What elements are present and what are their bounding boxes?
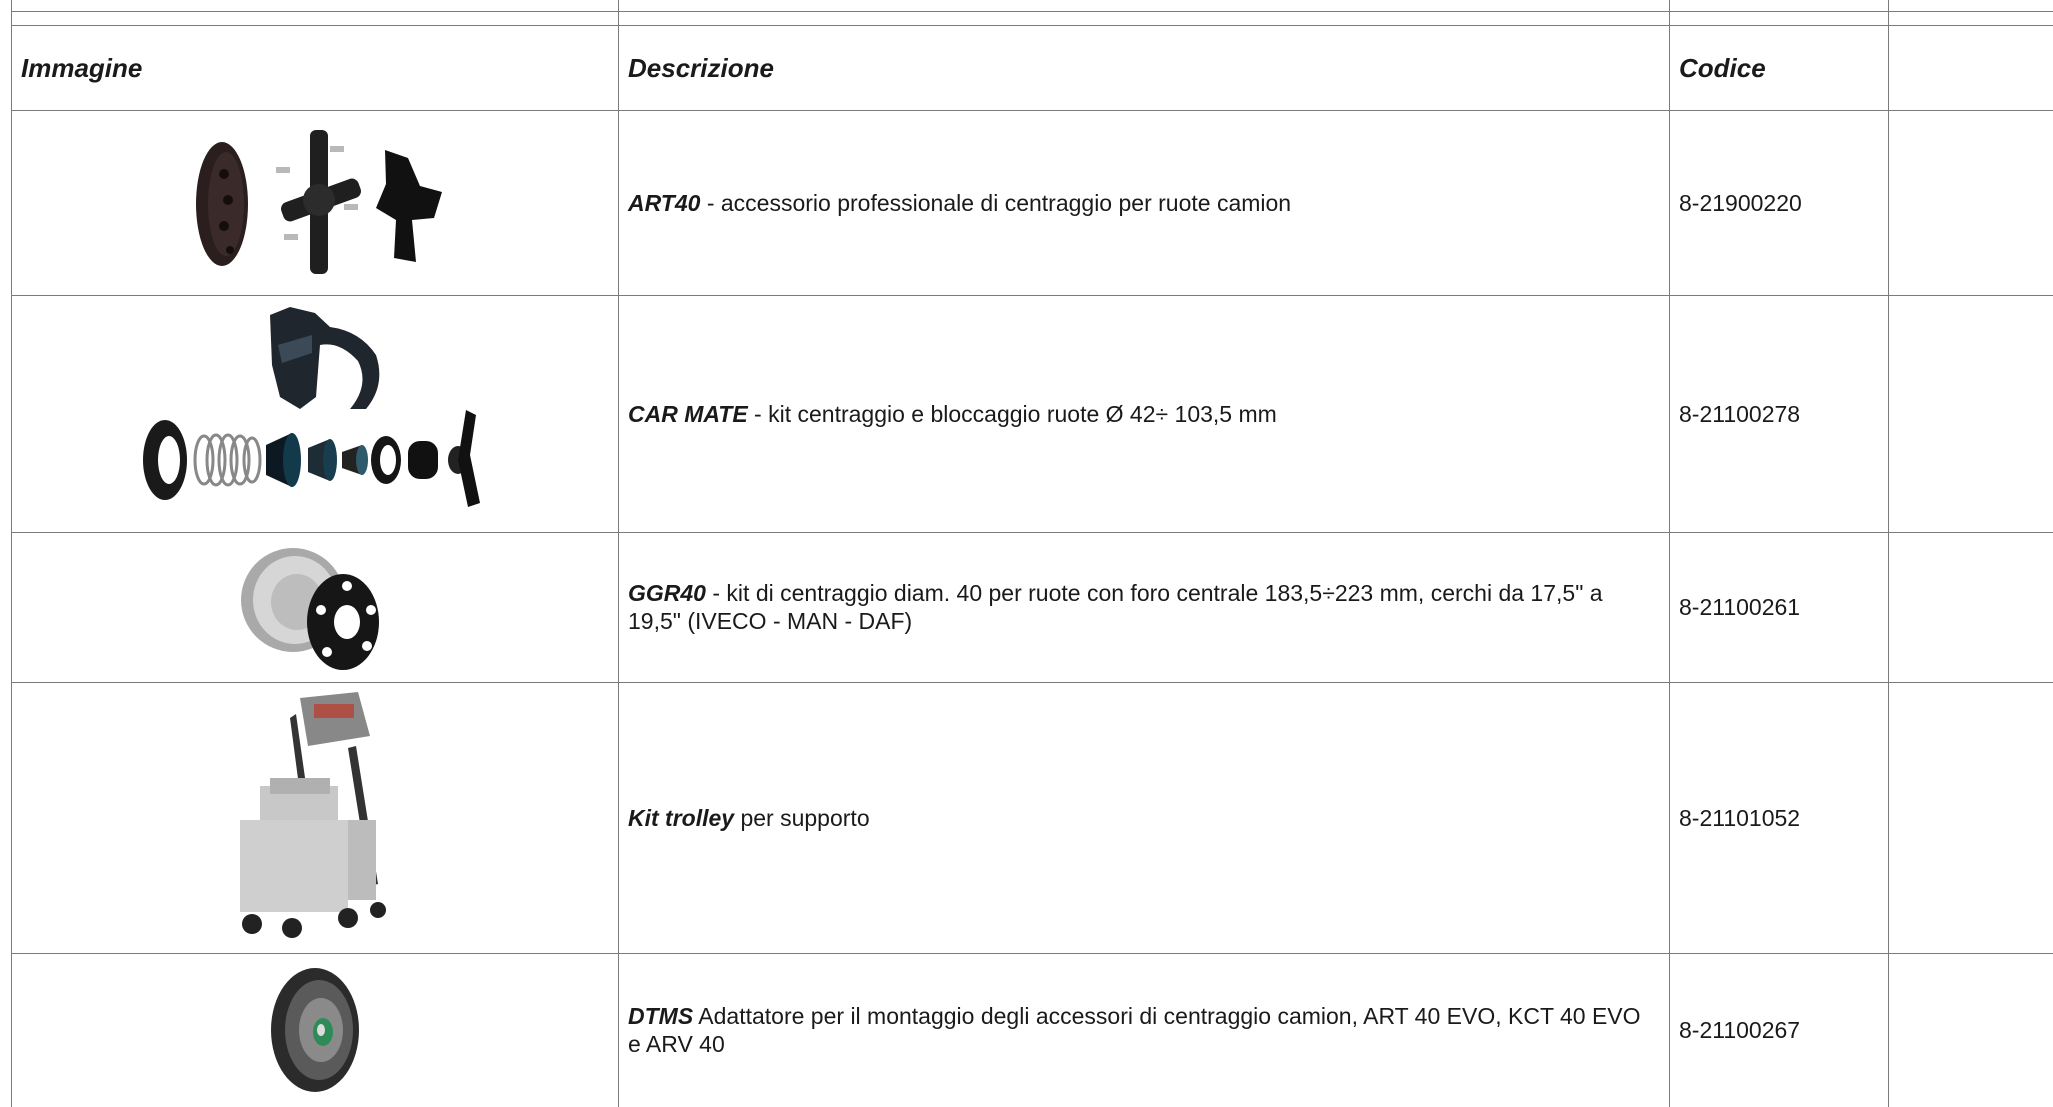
description-cell: CAR MATE - kit centraggio e bloccaggio r… — [618, 295, 1669, 532]
product-name: ART40 — [628, 189, 701, 216]
trolley-icon — [230, 688, 400, 946]
adapter-disc-icon — [265, 962, 365, 1098]
column-divider — [1888, 0, 1889, 1107]
product-name: Kit trolley — [628, 804, 735, 831]
row-divider — [11, 11, 2053, 12]
description-cell: DTMS Adattatore per il montaggio degli a… — [618, 953, 1669, 1107]
header-extra — [1888, 25, 2053, 110]
description-cell: ART40 - accessorio professionale di cent… — [618, 110, 1669, 295]
product-code: 8-21101052 — [1679, 804, 1801, 831]
product-description: Adattatore per il montaggio degli access… — [628, 1003, 1641, 1057]
product-code: 8-21100267 — [1679, 1017, 1801, 1043]
product-code: 8-21100278 — [1679, 400, 1801, 427]
product-name: GGR40 — [628, 580, 706, 606]
product-description: - kit di centraggio diam. 40 per ruote c… — [628, 580, 1603, 634]
cone-kit-icon — [140, 305, 500, 523]
header-image: Immagine — [21, 52, 143, 83]
product-description: per supporto — [734, 804, 870, 831]
header-code: Codice — [1679, 52, 1766, 83]
product-description: - kit centraggio e bloccaggio ruote Ø 42… — [747, 400, 1277, 427]
product-name: CAR MATE — [628, 400, 748, 427]
product-name: DTMS — [628, 1003, 694, 1029]
description-cell: Kit trolley per supporto — [618, 682, 1669, 953]
product-code: 8-21100261 — [1679, 594, 1801, 620]
accessories-table: Immagine Descrizione Codice ART40 - acce… — [0, 0, 2053, 1107]
header-description: Descrizione — [628, 52, 774, 83]
centering-bell-icon — [235, 540, 395, 678]
product-code: 8-21900220 — [1679, 189, 1802, 216]
description-cell: GGR40 - kit di centraggio diam. 40 per r… — [618, 532, 1669, 682]
product-description: - accessorio professionale di centraggio… — [700, 189, 1292, 216]
table-border-left — [11, 0, 12, 1107]
centering-accessory-set-icon — [180, 122, 460, 282]
